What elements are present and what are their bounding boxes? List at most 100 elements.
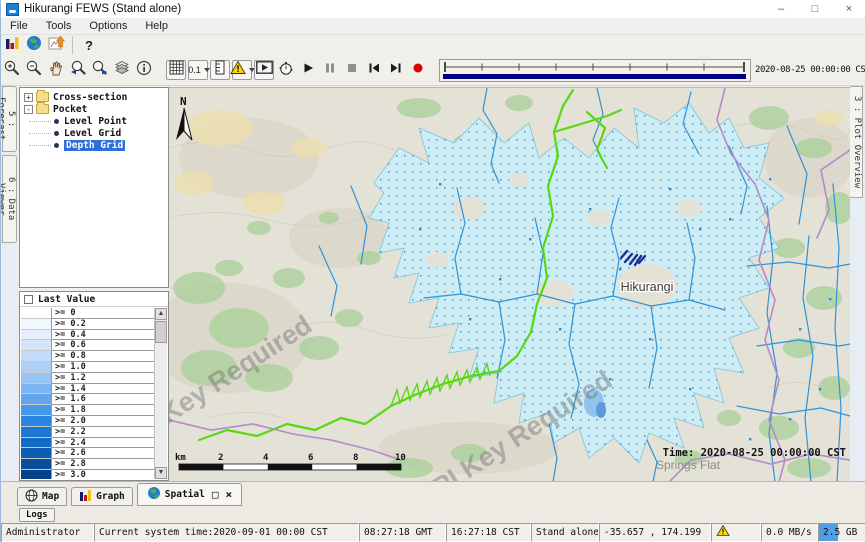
last-value-checkbox[interactable] — [24, 295, 33, 304]
layers-button[interactable] — [112, 60, 132, 80]
chevron-down-icon — [204, 68, 210, 72]
map-toolbar: 0.1 2020-08-25 00:00:00 CST — [1, 55, 865, 86]
warning-icon — [716, 527, 730, 538]
dock-tab-data-viewer[interactable]: 6 : Data Viewer — [2, 155, 17, 243]
zoom-next-button[interactable] — [90, 60, 110, 80]
map-display-button[interactable] — [24, 35, 44, 55]
status-user: Administrator — [1, 523, 94, 542]
legend-row[interactable]: >= 2.0 — [21, 416, 154, 427]
dock-tab-forecast[interactable]: 5 : Forecast — [2, 86, 17, 152]
skip-start-button[interactable] — [364, 60, 384, 80]
tab-graph-label: Graph — [96, 491, 125, 502]
legend-row[interactable]: >= 2.2 — [21, 427, 154, 438]
legend-row[interactable]: >= 1.6 — [21, 394, 154, 405]
legend-row[interactable]: >= 1.8 — [21, 405, 154, 416]
legend-row[interactable]: >= 0.8 — [21, 351, 154, 362]
map-canvas[interactable]: .fo{fill:#aed19f;opacity:.85}.tn{fill:#e… — [169, 87, 850, 481]
stop-icon — [344, 60, 360, 81]
color-swatch — [21, 308, 51, 319]
place-label: Springs Flat — [656, 458, 721, 472]
grid-display-button[interactable] — [166, 60, 186, 80]
bottom-tab-bar: Map Graph Spatial□× — [1, 481, 865, 506]
legend-row[interactable]: >= 0.4 — [21, 330, 154, 341]
legend-row[interactable]: >= 3.0 — [21, 470, 154, 479]
legend-row[interactable]: >= 0 — [21, 308, 154, 319]
skip-end-button[interactable] — [386, 60, 406, 80]
zoom-in-button[interactable] — [2, 60, 22, 80]
maximize-button[interactable]: □ — [798, 1, 832, 18]
legend-row[interactable]: >= 2.4 — [21, 438, 154, 449]
animation-settings-button[interactable] — [276, 60, 296, 80]
chart-arrow-icon — [48, 35, 65, 56]
minimize-button[interactable]: – — [764, 1, 798, 18]
timeline-date: 2020-08-25 00:00:00 CST — [755, 65, 865, 75]
legend-row[interactable]: >= 2.6 — [21, 448, 154, 459]
right-dock-rail: 3 : Plot Overview — [849, 86, 865, 481]
menu-options[interactable]: Options — [80, 20, 136, 32]
tab-spatial[interactable]: Spatial□× — [137, 483, 242, 506]
menu-help[interactable]: Help — [136, 20, 177, 32]
scroll-up-icon[interactable]: ▲ — [155, 308, 167, 320]
zoom-in-icon — [3, 59, 21, 82]
legend-scrollbar[interactable]: ▲ ▼ — [154, 308, 167, 479]
legend-row[interactable]: >= 1.2 — [21, 373, 154, 384]
window-title: Hikurangi FEWS (Stand alone) — [24, 3, 181, 15]
menu-bar: File Tools Options Help — [1, 18, 865, 35]
logs-button[interactable]: Logs — [19, 508, 55, 522]
close-button[interactable]: × — [832, 1, 865, 18]
pan-button[interactable] — [46, 60, 66, 80]
thresholds-dropdown[interactable] — [232, 60, 252, 80]
legend-row[interactable]: >= 1.4 — [21, 384, 154, 395]
legend-row[interactable]: >= 1.0 — [21, 362, 154, 373]
tab-graph[interactable]: Graph — [71, 487, 133, 506]
svg-text:2: 2 — [218, 453, 223, 463]
info-button[interactable] — [134, 60, 154, 80]
dock-tab-plot-overview[interactable]: 3 : Plot Overview — [849, 86, 863, 198]
status-warning-cell[interactable] — [711, 523, 761, 542]
zoom-next-icon — [91, 59, 109, 82]
tree-item-level-grid[interactable]: Level Grid — [20, 127, 168, 139]
help-button[interactable]: ? — [79, 35, 99, 55]
status-local-time: 16:27:18 CST — [446, 523, 531, 542]
color-swatch — [21, 362, 51, 373]
tree-item-depth-grid[interactable]: Depth Grid — [20, 139, 168, 151]
timeline-slider[interactable] — [439, 59, 751, 82]
legend-row[interactable]: >= 0.2 — [21, 319, 154, 330]
vertical-scale-button[interactable] — [210, 60, 230, 80]
scroll-thumb[interactable] — [155, 321, 167, 343]
stop-button[interactable] — [342, 60, 362, 80]
svg-text:10: 10 — [395, 453, 406, 463]
tree-item-level-point[interactable]: Level Point — [20, 115, 168, 127]
database-display-button[interactable] — [2, 35, 22, 55]
status-coordinates: -35.657 , 174.199 — [599, 523, 711, 542]
pause-icon — [322, 60, 338, 81]
zoom-out-button[interactable] — [24, 60, 44, 80]
tab-maximize-icon[interactable]: □ — [212, 488, 219, 501]
status-mode: Stand alone — [531, 523, 599, 542]
fews-window: Hikurangi FEWS (Stand alone) – □ × File … — [0, 0, 865, 542]
pause-button[interactable] — [320, 60, 340, 80]
ruler-icon — [215, 60, 225, 80]
expand-icon[interactable]: + — [24, 93, 33, 102]
tree-item-pocket[interactable]: -Pocket — [20, 103, 168, 115]
play-button[interactable] — [298, 60, 318, 80]
menu-tools[interactable]: Tools — [37, 20, 81, 32]
color-swatch — [21, 427, 51, 438]
timeseries-display-button[interactable] — [46, 35, 66, 55]
tab-map[interactable]: Map — [17, 487, 67, 506]
legend-row[interactable]: >= 2.8 — [21, 459, 154, 470]
collapse-icon[interactable]: - — [24, 105, 33, 114]
animation-export-button[interactable] — [254, 60, 274, 80]
app-icon — [6, 3, 19, 16]
color-swatch — [21, 330, 51, 341]
class-interval-dropdown[interactable]: 0.1 — [188, 60, 208, 80]
movie-icon — [256, 61, 273, 79]
menu-file[interactable]: File — [1, 20, 37, 32]
zoom-previous-icon — [69, 59, 87, 82]
tree-item-label: Level Point — [64, 116, 127, 127]
zoom-previous-button[interactable] — [68, 60, 88, 80]
record-button[interactable] — [408, 60, 428, 80]
scroll-down-icon[interactable]: ▼ — [155, 467, 167, 479]
legend-row[interactable]: >= 0.6 — [21, 340, 154, 351]
tab-close-icon[interactable]: × — [225, 488, 232, 501]
